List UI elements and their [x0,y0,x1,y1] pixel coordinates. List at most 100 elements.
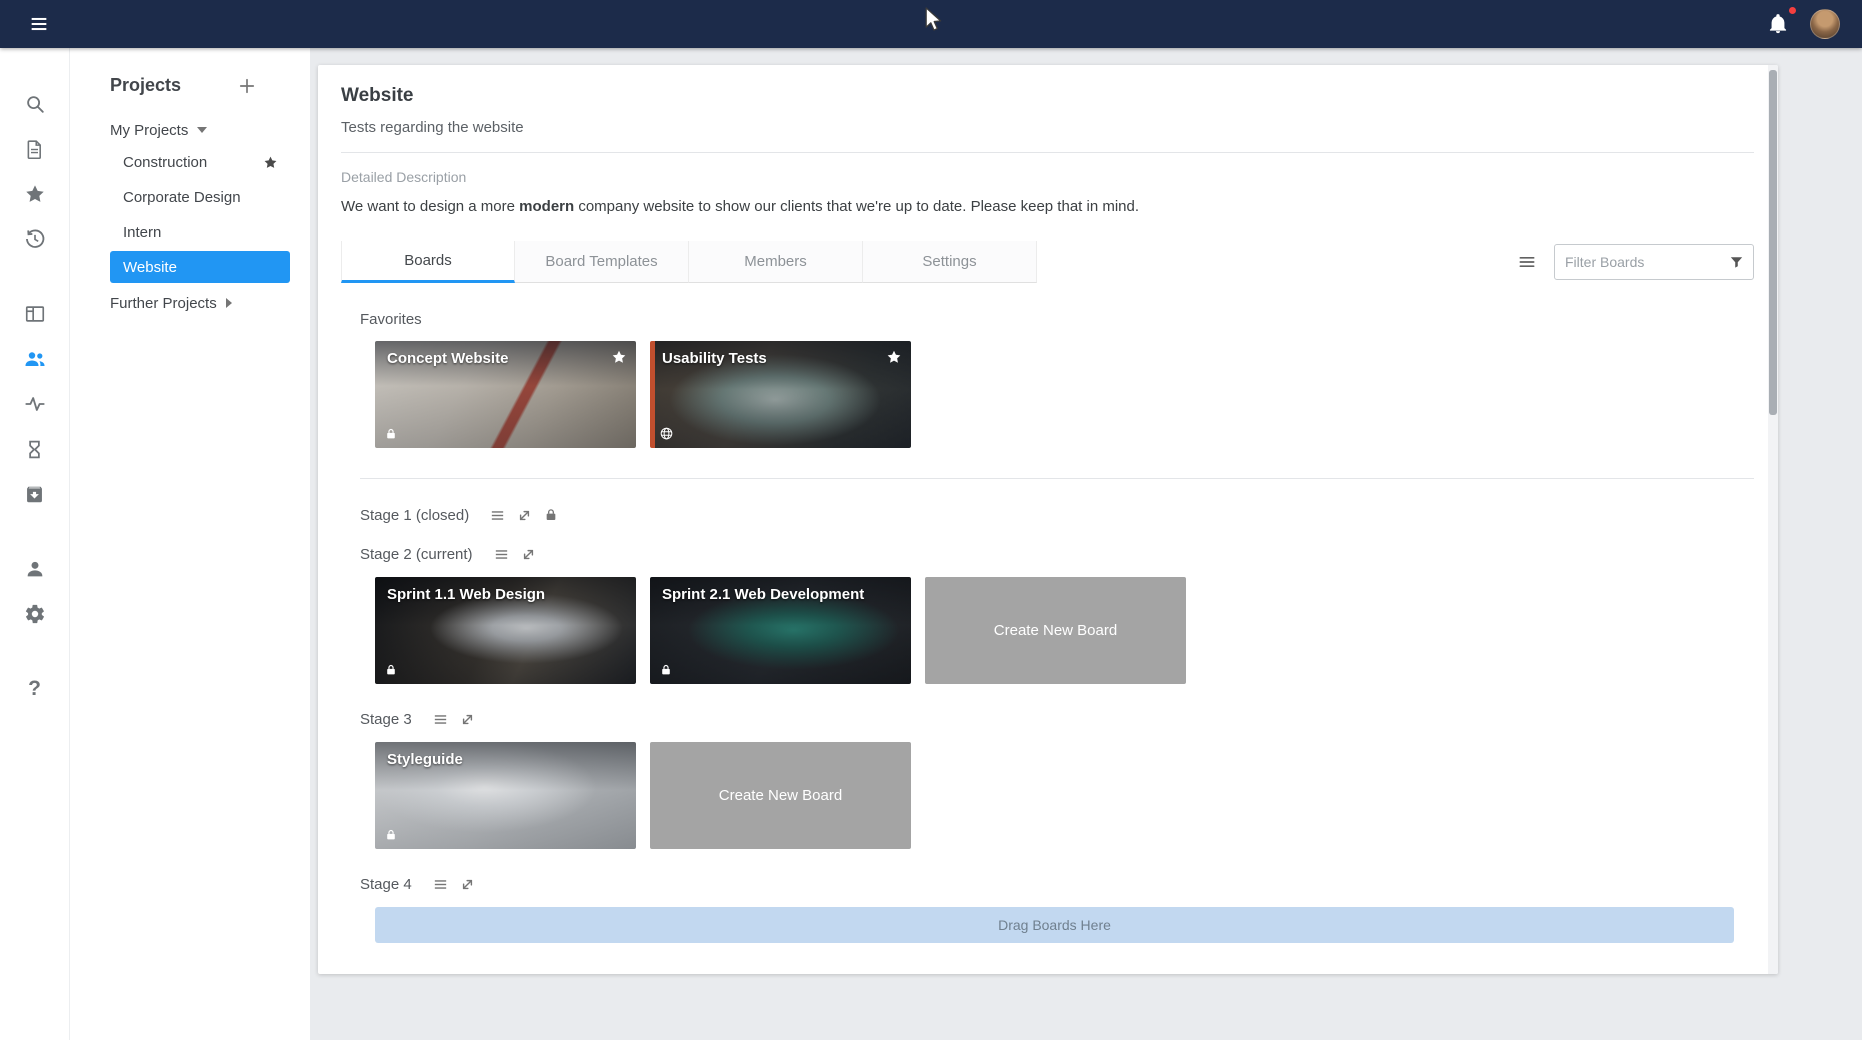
stage-2-row: Stage 2 (current) [360,544,1754,564]
top-navbar [0,0,1862,48]
lock-icon [659,663,673,677]
filter-boards-input[interactable] [1565,254,1728,270]
stage-label: Stage 1 (closed) [360,507,469,524]
scrollbar-track [1768,65,1778,974]
stage-label: Stage 3 [360,711,412,728]
search-icon [24,93,46,115]
team-icon [23,347,47,371]
rail-profile-button[interactable] [23,557,47,581]
lock-icon [384,828,398,842]
board-title: Sprint 2.1 Web Development [662,586,864,603]
tab-settings[interactable]: Settings [863,241,1037,283]
project-item-label: Construction [123,154,207,171]
tune-icon [1517,252,1537,272]
scrollbar-thumb[interactable] [1769,70,1777,415]
project-list: Construction Corporate Design Intern Web… [70,146,310,283]
project-item-website[interactable]: Website [110,251,290,283]
my-projects-toggle[interactable]: My Projects [110,118,290,142]
stage-2-board-row: Sprint 1.1 Web Design Sprint 2.1 Web Dev… [375,577,1754,684]
history-icon [24,228,46,250]
project-item-corporate-design[interactable]: Corporate Design [110,181,290,213]
rail-boards-button[interactable] [23,302,47,326]
rail-search-button[interactable] [23,92,47,116]
divider [341,152,1754,153]
project-item-label: Website [123,259,177,276]
icon-rail [0,48,70,1040]
stage-1-row: Stage 1 (closed) [360,505,1754,525]
notification-badge [1787,5,1798,16]
favorites-board-row: Concept Website Usability Tests [375,341,1754,448]
stage-menu-icon[interactable] [432,876,449,893]
drag-boards-dropzone[interactable]: Drag Boards Here [375,907,1734,943]
description-text: We want to design a more modern company … [341,198,1754,215]
archive-icon [24,484,45,505]
document-icon [24,139,45,160]
chevron-right-icon [226,298,232,308]
board-card-styleguide[interactable]: Styleguide [375,742,636,849]
lock-icon [384,427,398,441]
hourglass-icon [24,439,45,460]
chevron-down-icon [197,127,207,133]
rail-settings-button[interactable] [23,602,47,626]
description-suffix: company website to show our clients that… [574,198,1139,215]
filter-group [1517,244,1754,280]
favorite-star-icon [263,155,278,170]
stage-menu-icon[interactable] [493,546,510,563]
project-item-construction[interactable]: Construction [110,146,290,178]
stage-menu-icon[interactable] [432,711,449,728]
description-label: Detailed Description [341,169,1754,185]
project-item-label: Corporate Design [123,189,241,206]
create-new-board-button[interactable]: Create New Board [925,577,1186,684]
description-bold: modern [519,198,574,215]
tab-board-templates[interactable]: Board Templates [515,241,689,283]
rail-archive-button[interactable] [23,482,47,506]
rail-documents-button[interactable] [23,137,47,161]
notifications-button[interactable] [1762,8,1794,40]
project-item-label: Intern [123,224,161,241]
stage-3-row: Stage 3 [360,709,1754,729]
add-project-button[interactable] [237,76,257,96]
rail-help-button[interactable] [23,677,47,701]
projects-panel: Projects My Projects Construction Corpor… [70,48,310,1040]
page-title: Website [341,85,1754,107]
board-card-sprint-1-1[interactable]: Sprint 1.1 Web Design [375,577,636,684]
lock-icon [384,663,398,677]
user-avatar[interactable] [1810,9,1840,39]
rail-team-button[interactable] [23,347,47,371]
further-projects-toggle[interactable]: Further Projects [110,291,290,315]
board-title: Concept Website [387,350,508,367]
stage-menu-icon[interactable] [489,507,506,524]
rail-history-button[interactable] [23,227,47,251]
stage-label: Stage 4 [360,876,412,893]
stage-expand-icon[interactable] [459,876,476,893]
plus-icon [237,76,257,96]
stage-expand-icon[interactable] [516,507,533,524]
board-card-usability-tests[interactable]: Usability Tests [650,341,911,448]
tab-boards[interactable]: Boards [341,241,515,283]
rail-favorites-button[interactable] [23,182,47,206]
board-columns-icon [24,303,46,325]
lock-icon [543,507,559,523]
projects-panel-title: Projects [110,75,181,96]
tab-members[interactable]: Members [689,241,863,283]
further-projects-label: Further Projects [110,295,217,312]
star-icon[interactable] [611,349,627,365]
project-detail-card: Website Tests regarding the website Deta… [318,65,1778,974]
rail-activity-button[interactable] [23,392,47,416]
project-item-intern[interactable]: Intern [110,216,290,248]
activity-icon [24,393,46,415]
stage-label: Stage 2 (current) [360,546,473,563]
stage-expand-icon[interactable] [459,711,476,728]
stage-4-row: Stage 4 [360,874,1754,894]
menu-button[interactable] [23,8,55,40]
view-options-button[interactable] [1517,252,1537,272]
rail-time-button[interactable] [23,437,47,461]
board-card-concept-website[interactable]: Concept Website [375,341,636,448]
star-icon[interactable] [886,349,902,365]
board-card-sprint-2-1[interactable]: Sprint 2.1 Web Development [650,577,911,684]
tab-strip: Boards Board Templates Members Settings [341,241,1037,283]
funnel-icon[interactable] [1728,254,1745,271]
stage-3-board-row: Styleguide Create New Board [375,742,1754,849]
stage-expand-icon[interactable] [520,546,537,563]
create-new-board-button[interactable]: Create New Board [650,742,911,849]
